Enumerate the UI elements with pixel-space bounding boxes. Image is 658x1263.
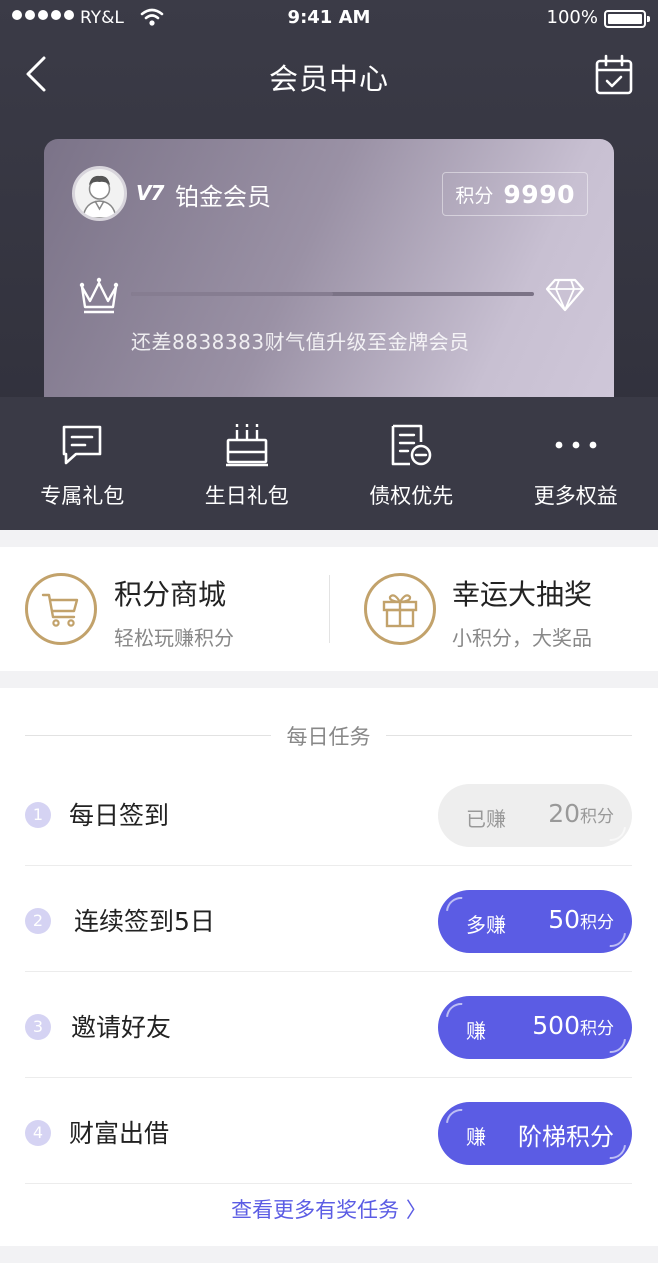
- cart-icon: [41, 593, 79, 627]
- task-action: 多赚: [466, 913, 506, 937]
- task-name: 财富出借: [69, 1119, 170, 1148]
- lucky-draw-entry[interactable]: 幸运大抽奖 小积分，大奖品: [330, 547, 658, 671]
- task-earn-button[interactable]: 多赚 50积分: [438, 890, 632, 953]
- battery-percentage: 100%: [546, 7, 598, 28]
- calendar-check-icon[interactable]: [594, 54, 634, 96]
- tasks-title: 每日任务: [286, 725, 371, 749]
- task-action: 已赚: [466, 807, 506, 831]
- task-earned-badge: 已赚 20积分: [438, 784, 632, 847]
- document-icon: [391, 424, 432, 466]
- benefit-label: 生日礼包: [204, 484, 289, 508]
- task-earn-button[interactable]: 赚 阶梯积分: [438, 1102, 632, 1165]
- task-number: 3: [25, 1014, 51, 1040]
- task-row: 3 邀请好友 赚 500积分: [25, 972, 632, 1078]
- header-area: RY&L 9:41 AM 100% 会员中心 V7 铂金会员 积分 9990 还…: [0, 0, 658, 530]
- task-name: 连续签到5日: [74, 907, 215, 936]
- more-icon: [555, 441, 597, 449]
- task-row: 4 财富出借 赚 阶梯积分: [25, 1078, 632, 1184]
- page-title: 会员中心: [268, 62, 389, 96]
- benefit-priority[interactable]: 债权优先: [329, 397, 494, 530]
- benefit-label: 更多权益: [533, 484, 618, 508]
- points-label: 积分: [455, 184, 494, 207]
- divider: [25, 1183, 632, 1184]
- task-reward: 50积分: [548, 905, 614, 934]
- task-reward: 20积分: [548, 799, 614, 828]
- task-row: 2 连续签到5日 多赚 50积分: [25, 866, 632, 972]
- avatar[interactable]: [72, 166, 127, 221]
- level-badge: V7: [136, 181, 164, 205]
- crown-icon: [79, 277, 119, 314]
- task-name: 每日签到: [69, 801, 170, 830]
- benefit-label: 债权优先: [369, 484, 454, 508]
- status-bar: RY&L 9:41 AM 100%: [0, 0, 658, 38]
- gift-icon-circle: [364, 573, 436, 645]
- level-progress-bar: [131, 292, 534, 296]
- points-mall-entry[interactable]: 积分商城 轻松玩赚积分: [0, 547, 329, 671]
- task-earn-button[interactable]: 赚 500积分: [438, 996, 632, 1059]
- task-number: 2: [25, 908, 51, 934]
- quick-entries: 积分商城 轻松玩赚积分 幸运大抽奖 小积分，大奖品: [0, 547, 658, 671]
- diamond-icon: [545, 278, 585, 312]
- battery-icon: [604, 10, 650, 28]
- membership-card[interactable]: V7 铂金会员 积分 9990 还差8838383财气值升级至金牌会员: [44, 139, 614, 397]
- gift-icon: [382, 594, 418, 628]
- level-name: 铂金会员: [175, 183, 271, 211]
- benefit-label: 专属礼包: [40, 484, 125, 508]
- points-box[interactable]: 积分 9990: [442, 172, 588, 216]
- cake-icon: [225, 424, 268, 467]
- task-number: 1: [25, 802, 51, 828]
- task-action: 赚: [466, 1125, 486, 1149]
- task-row: 1 每日签到 已赚 20积分: [25, 760, 632, 866]
- quick-subtitle: 小积分，大奖品: [452, 626, 592, 650]
- bottom-spacer: [0, 1246, 658, 1263]
- divider: [386, 735, 632, 736]
- task-number: 4: [25, 1120, 51, 1146]
- tasks-header: 每日任务: [25, 721, 632, 751]
- cart-icon-circle: [25, 573, 97, 645]
- points-value: 9990: [503, 179, 575, 209]
- task-name: 邀请好友: [71, 1013, 172, 1042]
- benefits-row: 专属礼包 生日礼包 债权优先 更多权益: [0, 397, 658, 530]
- daily-tasks-section: 每日任务 1 每日签到 已赚 20积分 2 连续签到5日 多赚 50积分 3 邀…: [0, 688, 658, 1246]
- level-progress-fill: [131, 292, 333, 296]
- benefit-exclusive-gift[interactable]: 专属礼包: [0, 397, 165, 530]
- quick-title: 幸运大抽奖: [452, 578, 593, 611]
- quick-title: 积分商城: [114, 578, 227, 611]
- quick-subtitle: 轻松玩赚积分: [114, 626, 234, 650]
- task-reward: 阶梯积分: [518, 1123, 614, 1151]
- upgrade-hint: 还差8838383财气值升级至金牌会员: [131, 330, 470, 354]
- message-icon: [62, 425, 102, 465]
- more-tasks-link[interactable]: 查看更多有奖任务 〉: [0, 1194, 658, 1224]
- benefit-birthday-gift[interactable]: 生日礼包: [165, 397, 330, 530]
- benefit-more[interactable]: 更多权益: [494, 397, 658, 530]
- task-action: 赚: [466, 1019, 486, 1043]
- task-reward: 500积分: [532, 1011, 614, 1040]
- user-avatar-icon: [82, 175, 117, 218]
